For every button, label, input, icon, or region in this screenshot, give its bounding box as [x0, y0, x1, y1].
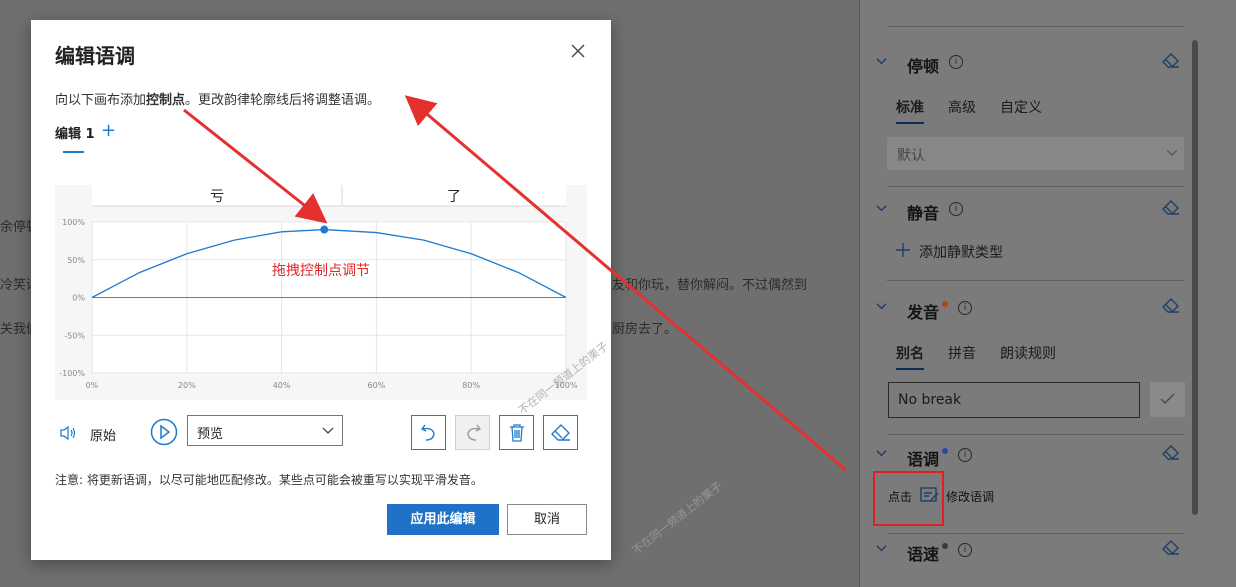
info-icon[interactable]: i — [949, 55, 963, 69]
close-icon[interactable] — [569, 42, 587, 60]
undo-button[interactable] — [411, 415, 446, 450]
chart-canvas[interactable]: 亏了0% 20% 40% 60% 80% 100%100%50%0%-50%-100% — [55, 185, 587, 400]
background-text-line: 厨房去了。 — [612, 322, 678, 337]
eraser-icon[interactable] — [1162, 540, 1180, 556]
divider — [887, 533, 1184, 534]
tab-underline — [63, 151, 84, 153]
dialog-description: 向以下画布添加控制点。更改韵律轮廓线后将调整语调。 — [55, 89, 380, 108]
tab-alias[interactable]: 别名 — [896, 343, 924, 363]
preview-select[interactable]: 预览 — [187, 415, 343, 446]
redo-button[interactable] — [455, 415, 490, 450]
description-bold: 控制点 — [146, 93, 186, 108]
eraser-icon[interactable] — [1162, 298, 1180, 314]
info-icon[interactable]: i — [958, 543, 972, 557]
x-tick-label: 0% — [86, 381, 99, 390]
tab-reading-rules[interactable]: 朗读规则 — [1000, 343, 1056, 363]
intonation-hint-suffix: 修改语调 — [946, 490, 995, 504]
y-tick-label: 100% — [62, 218, 85, 227]
background-text-line: 友和你玩，替你解闷。不过偶然到 — [612, 278, 808, 293]
undo-icon — [420, 424, 435, 441]
alias-input[interactable]: No break — [888, 382, 1140, 418]
tab-custom[interactable]: 自定义 — [1000, 97, 1042, 117]
description-prefix: 向以下画布添加 — [55, 93, 147, 108]
chevron-down-icon[interactable] — [876, 301, 887, 312]
clear-button[interactable] — [543, 415, 578, 450]
pause-dropdown-value: 默认 — [897, 148, 925, 164]
modified-dot — [942, 301, 948, 307]
add-silence-button[interactable]: 添加静默类型 — [919, 242, 1003, 262]
tab-standard[interactable]: 标准 — [896, 97, 924, 117]
pause-dropdown[interactable]: 默认 — [887, 137, 1184, 170]
original-label[interactable]: 原始 — [90, 425, 116, 444]
eraser-icon[interactable] — [1162, 53, 1180, 69]
dialog-note: 注意: 将更新语调，以尽可能地匹配修改。某些点可能会被重写以实现平滑发音。 — [55, 473, 483, 487]
intonation-chart[interactable]: 亏了 0% 20% 40% 60% 80% 100% 100% 50% 0% -50% -100% — [55, 185, 587, 400]
divider — [887, 186, 1184, 187]
y-tick-label: -50% — [64, 331, 85, 340]
tab-underline — [896, 122, 924, 124]
alias-input-value: No break — [898, 392, 962, 408]
info-icon[interactable]: i — [958, 301, 972, 315]
info-icon[interactable]: i — [949, 202, 963, 216]
redo-icon — [467, 424, 482, 441]
tab-advanced[interactable]: 高级 — [948, 97, 976, 117]
section-title-pronunciation: 发音 — [907, 303, 940, 322]
confirm-button[interactable] — [1150, 382, 1185, 417]
description-suffix: 。更改韵律轮廓线后将调整语调。 — [185, 93, 381, 108]
play-icon[interactable] — [150, 418, 178, 446]
drag-annotation: 拖拽控制点调节 — [272, 263, 370, 279]
divider — [887, 26, 1184, 27]
section-title-speed: 语速 — [907, 545, 940, 564]
chevron-down-icon[interactable] — [876, 56, 887, 67]
section-title-pause: 停顿 — [907, 57, 940, 76]
modified-dot — [942, 543, 948, 549]
y-tick-label: -100% — [59, 369, 85, 378]
chevron-down-icon[interactable] — [876, 448, 887, 459]
chevron-down-icon — [1166, 149, 1178, 156]
control-point — [320, 225, 329, 234]
divider — [887, 434, 1184, 435]
tab-underline — [896, 368, 924, 370]
preview-select-value: 预览 — [197, 427, 224, 442]
column-label: 亏 — [210, 189, 224, 205]
y-tick-label: 50% — [67, 256, 85, 265]
section-title-intonation: 语调 — [907, 450, 940, 469]
edit-intonation-dialog: 编辑语调 向以下画布添加控制点。更改韵律轮廓线后将调整语调。 编辑 1 + 亏 了… — [31, 20, 611, 560]
eraser-icon[interactable] — [1162, 200, 1180, 216]
section-title-silence: 静音 — [907, 204, 940, 223]
dialog-title: 编辑语调 — [55, 44, 135, 68]
speaker-icon[interactable] — [59, 425, 77, 441]
trash-icon — [510, 424, 524, 442]
check-icon — [1160, 393, 1175, 405]
eraser-icon — [551, 424, 570, 441]
x-tick-label: 60% — [368, 381, 386, 390]
plus-icon[interactable] — [895, 242, 911, 258]
chevron-down-icon[interactable] — [876, 203, 887, 214]
apply-edit-button[interactable]: 应用此编辑 — [387, 504, 499, 535]
info-icon[interactable]: i — [958, 448, 972, 462]
delete-button[interactable] — [499, 415, 534, 450]
tab-edit-1[interactable]: 编辑 1 — [55, 123, 95, 142]
column-label: 了 — [447, 189, 461, 205]
x-tick-label: 40% — [273, 381, 291, 390]
column-header-bg — [92, 185, 566, 206]
tab-pinyin[interactable]: 拼音 — [948, 343, 976, 363]
x-tick-label: 20% — [178, 381, 196, 390]
chevron-down-icon — [322, 427, 334, 434]
y-tick-label: 0% — [72, 294, 85, 303]
modified-dot — [942, 448, 948, 454]
add-tab-icon[interactable]: + — [101, 120, 116, 141]
eraser-icon[interactable] — [1162, 445, 1180, 461]
cancel-button[interactable]: 取消 — [507, 504, 587, 535]
divider — [887, 280, 1184, 281]
highlight-box — [873, 471, 944, 526]
scrollbar[interactable] — [1192, 40, 1198, 515]
x-tick-label: 80% — [462, 381, 480, 390]
chevron-down-icon[interactable] — [876, 543, 887, 554]
